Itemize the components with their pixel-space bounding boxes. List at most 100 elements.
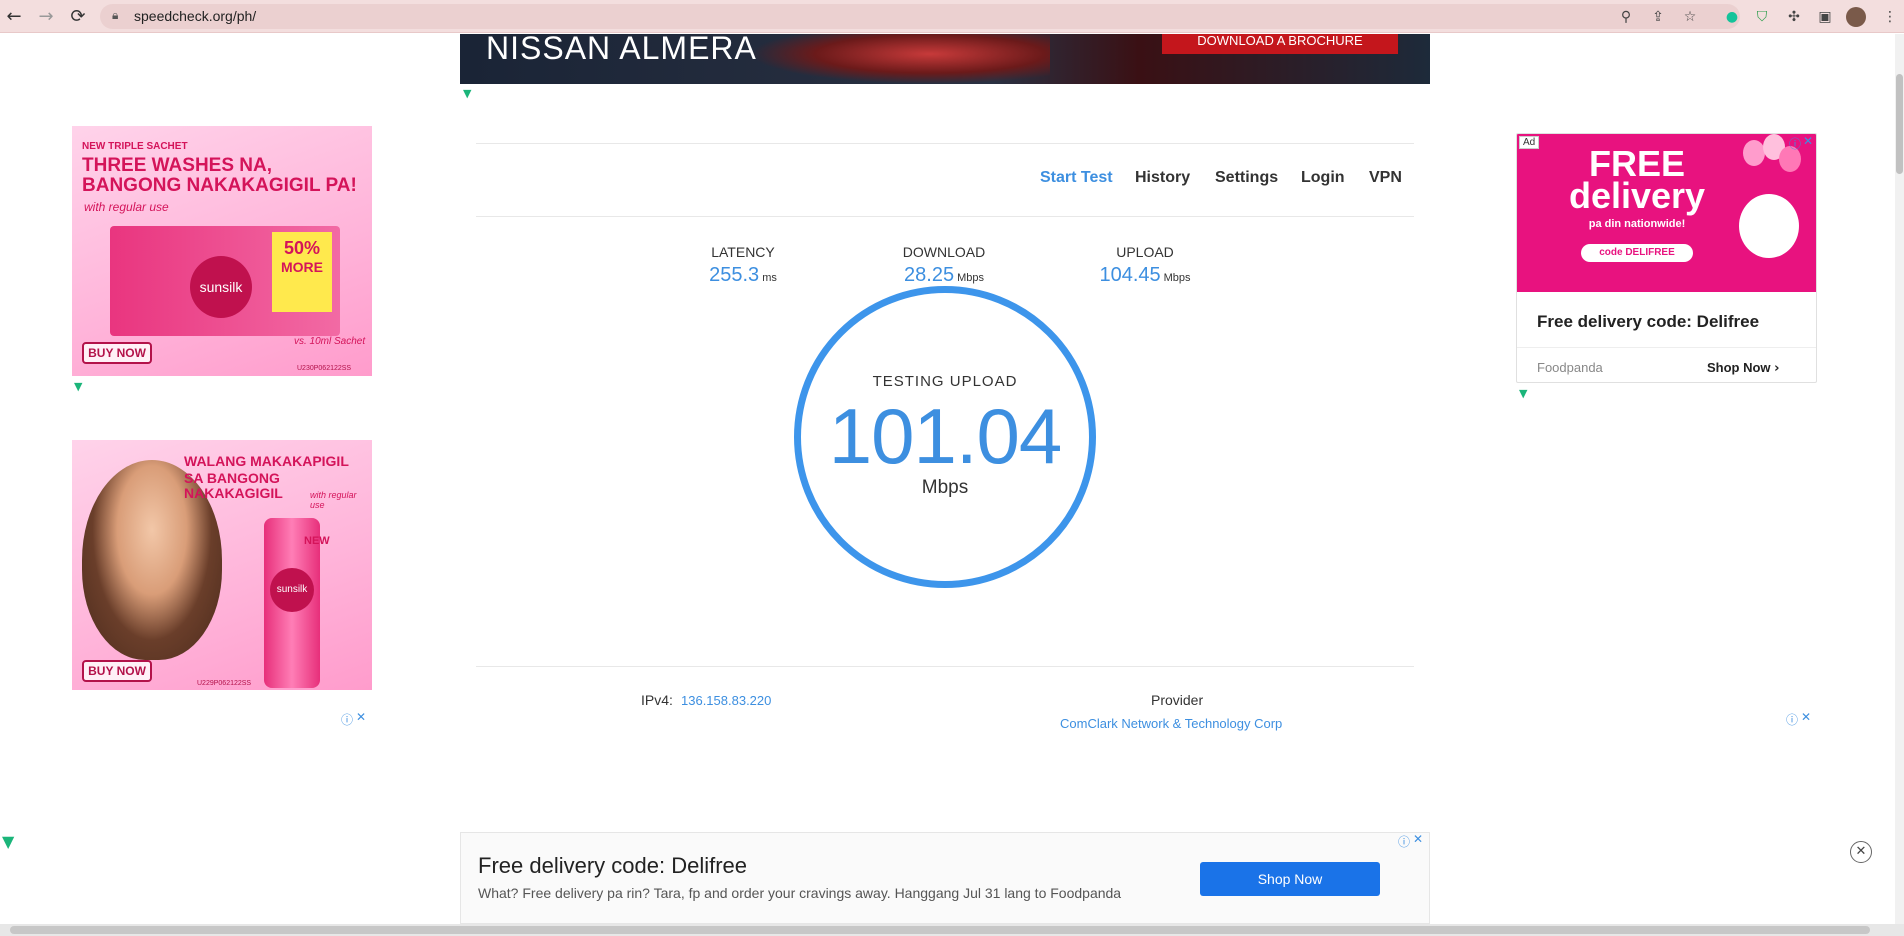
adchoices-icon[interactable]: ▼ bbox=[1519, 387, 1527, 400]
latency-number: 255.3 bbox=[709, 264, 760, 286]
vertical-scrollbar[interactable] bbox=[1895, 34, 1904, 924]
upload-value: 104.45 Mbps bbox=[1065, 264, 1225, 287]
download-label: DOWNLOAD bbox=[902, 244, 986, 260]
close-anchor-icon[interactable]: ✕ bbox=[1850, 841, 1872, 863]
nav-vpn[interactable]: VPN bbox=[1369, 169, 1402, 187]
latency-value: 255.3 ms bbox=[663, 264, 823, 287]
ipv4-value[interactable]: 136.158.83.220 bbox=[681, 693, 771, 708]
shield-extension-icon[interactable]: ⛉ bbox=[1752, 7, 1772, 27]
shop-now-label: Shop Now bbox=[1707, 360, 1771, 375]
adchoices-icon[interactable]: ▼ bbox=[463, 87, 471, 100]
sachet-image: sunsilk 50% MORE bbox=[110, 226, 340, 336]
ad-info-icon[interactable]: ⓘ bbox=[341, 711, 353, 728]
upload-unit: Mbps bbox=[1163, 272, 1191, 284]
provider-label: Provider bbox=[1151, 692, 1204, 708]
buy-now-button[interactable]: BUY NOW bbox=[82, 660, 152, 682]
promo-badge: 50% MORE bbox=[272, 232, 332, 312]
ad-title[interactable]: Free delivery code: Delifree bbox=[1537, 312, 1759, 332]
sunsilk-bottle-ad[interactable]: WALANG MAKAKAPIGIL SA BANGONG NAKAKAGIGI… bbox=[72, 440, 372, 690]
banner-title: NISSAN ALMERA bbox=[486, 34, 757, 66]
shop-now-link[interactable]: Shop Now › bbox=[1707, 360, 1780, 376]
download-number: 28.25 bbox=[904, 264, 955, 286]
forward-icon[interactable]: → bbox=[34, 5, 58, 29]
buy-now-button[interactable]: BUY NOW bbox=[82, 342, 152, 364]
badge-percent: 50% bbox=[283, 238, 321, 258]
latency-label: LATENCY bbox=[711, 244, 775, 260]
ad-compare: vs. 10ml Sachet bbox=[294, 336, 366, 347]
scrollbar-thumb[interactable] bbox=[1896, 74, 1903, 174]
promo-code: code DELIFREE bbox=[1581, 244, 1693, 262]
nav-history[interactable]: History bbox=[1135, 169, 1190, 187]
download-brochure-button[interactable]: DOWNLOAD A BROCHURE bbox=[1162, 34, 1398, 54]
horizontal-scrollbar[interactable] bbox=[0, 924, 1904, 936]
ipv4-label: IPv4: bbox=[641, 692, 673, 708]
bookmark-star-icon[interactable]: ☆ bbox=[1680, 7, 1700, 27]
gauge-status: TESTING UPLOAD bbox=[872, 373, 1018, 390]
upload-number: 104.45 bbox=[1099, 264, 1161, 286]
profile-avatar[interactable] bbox=[1846, 7, 1866, 27]
grammarly-icon[interactable]: ● bbox=[1722, 7, 1742, 27]
sunsilk-logo: sunsilk bbox=[190, 256, 252, 318]
ad-close-icon[interactable]: ✕ bbox=[1803, 134, 1813, 148]
ad-brand: Foodpanda bbox=[1537, 360, 1603, 375]
chevron-right-icon: › bbox=[1774, 361, 1780, 376]
ad-subtext: with regular use bbox=[84, 200, 169, 214]
ad-description: What? Free delivery pa rin? Tara, fp and… bbox=[478, 885, 1122, 901]
panda-mascot-icon bbox=[1739, 194, 1799, 258]
ad-headline: WALANG MAKAKAPIGIL bbox=[184, 453, 349, 469]
ad-title[interactable]: Free delivery code: Delifree bbox=[478, 853, 747, 879]
location-icon[interactable]: ⚲ bbox=[1616, 7, 1636, 27]
scrollbar-thumb[interactable] bbox=[10, 926, 1870, 934]
share-icon[interactable]: ⇪ bbox=[1648, 7, 1668, 27]
gauge-unit: Mbps bbox=[921, 477, 969, 498]
speed-gauge: TESTING UPLOAD 101.04 Mbps bbox=[794, 286, 1096, 588]
nav-settings[interactable]: Settings bbox=[1215, 169, 1278, 187]
reload-icon[interactable]: ⟳ bbox=[66, 5, 90, 29]
lock-icon[interactable]: 🔒︎ bbox=[112, 8, 118, 23]
provider-value[interactable]: ComClark Network & Technology Corp bbox=[1060, 716, 1282, 731]
ad-info-icon[interactable]: ⓘ bbox=[1789, 135, 1801, 152]
bottom-anchor-ad[interactable]: Free delivery code: Delifree What? Free … bbox=[460, 832, 1430, 924]
car-image bbox=[750, 34, 1050, 84]
divider bbox=[476, 216, 1414, 217]
latency-unit: ms bbox=[762, 272, 777, 284]
nav-start-test[interactable]: Start Test bbox=[1040, 169, 1113, 187]
side-panel-icon[interactable]: ▣ bbox=[1815, 7, 1835, 27]
sunsilk-logo: sunsilk bbox=[270, 568, 314, 612]
balloon-icon bbox=[1743, 140, 1765, 166]
url-text[interactable]: speedcheck.org/ph/ bbox=[134, 8, 256, 24]
adchoices-icon[interactable]: ▼ bbox=[74, 380, 82, 393]
ad-headline: BANGONG NAKAKAGIGIL PA! bbox=[82, 175, 357, 196]
ad-close-icon[interactable]: ✕ bbox=[1413, 832, 1423, 846]
upload-label: UPLOAD bbox=[1116, 244, 1174, 260]
gauge-value: 101.04 bbox=[828, 392, 1063, 480]
shop-now-button[interactable]: Shop Now bbox=[1200, 862, 1380, 896]
divider bbox=[1517, 347, 1816, 348]
extensions-puzzle-icon[interactable]: ✣ bbox=[1784, 7, 1804, 27]
divider bbox=[476, 143, 1414, 144]
page-content: NISSAN ALMERA DOWNLOAD A BROCHURE ▼ NEW … bbox=[0, 34, 1904, 924]
nav-login[interactable]: Login bbox=[1301, 169, 1345, 187]
new-badge: NEW bbox=[304, 535, 330, 547]
ad-info-icon[interactable]: ⓘ bbox=[1398, 833, 1410, 850]
ad-free-text: FREE delivery bbox=[1557, 146, 1717, 216]
download-value: 28.25 Mbps bbox=[864, 264, 1024, 287]
ad-info-icon[interactable]: ⓘ bbox=[1786, 711, 1798, 728]
badge-more: MORE bbox=[281, 259, 323, 275]
ad-close-icon[interactable]: ✕ bbox=[1801, 710, 1811, 724]
back-icon[interactable]: ← bbox=[2, 5, 26, 29]
adchoices-icon[interactable]: ▼ bbox=[2, 832, 14, 851]
address-bar[interactable]: 🔒︎ bbox=[100, 4, 1740, 29]
ad-label: Ad bbox=[1519, 136, 1540, 149]
sunsilk-sachet-ad[interactable]: NEW TRIPLE SACHET THREE WASHES NA, BANGO… bbox=[72, 126, 372, 376]
foodpanda-ad[interactable]: Ad FREE delivery pa din nationwide! code … bbox=[1516, 133, 1817, 383]
ad-code: U230P062122SS bbox=[297, 365, 352, 372]
browser-toolbar: ← → ⟳ 🔒︎ speedcheck.org/ph/ ⚲ ⇪ ☆ ● ⛉ ✣ … bbox=[0, 0, 1904, 33]
menu-kebab-icon[interactable]: ⋮ bbox=[1880, 7, 1900, 27]
delivery-word: delivery bbox=[1568, 175, 1706, 216]
download-unit: Mbps bbox=[957, 272, 984, 284]
ad-subtext: with regular use bbox=[310, 490, 357, 510]
ad-subtext: pa din nationwide! bbox=[1588, 218, 1686, 230]
top-banner-ad[interactable]: NISSAN ALMERA DOWNLOAD A BROCHURE bbox=[460, 34, 1430, 84]
ad-close-icon[interactable]: ✕ bbox=[356, 710, 366, 724]
